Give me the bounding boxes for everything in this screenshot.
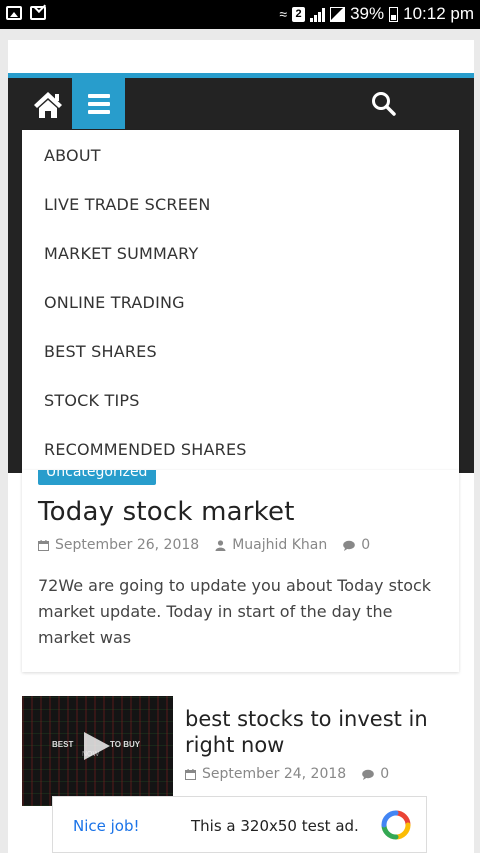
notification-icons [6, 6, 46, 20]
battery-icon [389, 6, 399, 22]
sim-slot-indicator: 2 [292, 6, 306, 22]
article-list-item: BEST TO BUY NOW best stocks to invest in… [22, 696, 459, 806]
article-excerpt: 72We are going to update you about Today… [38, 576, 432, 647]
image-notification-icon [6, 6, 22, 20]
thumbnail-text-right: TO BUY [110, 740, 141, 749]
article2-title[interactable]: best stocks to invest in right now [185, 706, 445, 758]
ad-nice-job-text: Nice job! [73, 817, 140, 835]
comment-icon [343, 540, 356, 551]
thumbnail-text-left: BEST [52, 740, 74, 749]
article2-date[interactable]: September 24, 2018 [202, 766, 346, 782]
test-ad-banner[interactable]: Nice job! This a 320x50 test ad. [52, 796, 427, 853]
menu-item-about[interactable]: ABOUT [44, 146, 101, 165]
article-title[interactable]: Today stock market [38, 497, 295, 527]
mail-notification-icon [30, 6, 46, 20]
category-badge[interactable]: Uncategorized [38, 470, 156, 485]
nav-dropdown-menu: ABOUT LIVE TRADE SCREEN MARKET SUMMARY O… [22, 130, 459, 471]
article2-comment-count[interactable]: 0 [380, 766, 389, 782]
search-icon[interactable] [370, 90, 398, 118]
signal-icon [310, 7, 326, 22]
menu-item-online-trading[interactable]: ONLINE TRADING [44, 293, 185, 312]
battery-percent: 39% [350, 4, 385, 23]
menu-icon[interactable] [72, 78, 125, 129]
article-date[interactable]: September 26, 2018 [55, 537, 199, 553]
play-icon[interactable] [84, 732, 110, 760]
menu-item-stock-tips[interactable]: STOCK TIPS [44, 391, 140, 410]
user-icon [215, 539, 226, 551]
status-bar: ≈ 2 39% 10:12 pm [0, 0, 480, 29]
clock: 10:12 pm [403, 4, 474, 23]
video-thumbnail[interactable]: BEST TO BUY NOW [22, 696, 173, 806]
menu-item-market-summary[interactable]: MARKET SUMMARY [44, 244, 198, 263]
article2-meta: September 24, 2018 0 [185, 766, 389, 782]
ad-network-logo [381, 810, 411, 840]
comment-icon [362, 769, 374, 780]
status-indicators: ≈ 2 39% 10:12 pm [279, 4, 474, 24]
signal-strength-icon [330, 6, 346, 22]
article-card: Uncategorized Today stock market Septemb… [22, 470, 459, 672]
main-navbar [8, 78, 474, 129]
wifi-icon: ≈ [279, 6, 288, 22]
ad-body-text: This a 320x50 test ad. [191, 817, 359, 835]
home-icon[interactable] [28, 84, 68, 124]
menu-item-best-shares[interactable]: BEST SHARES [44, 342, 157, 361]
menu-item-recommended-shares[interactable]: RECOMMENDED SHARES [44, 440, 247, 459]
calendar-icon [38, 539, 49, 551]
article-meta: September 26, 2018 Muajhid Khan 0 [38, 537, 370, 553]
calendar-icon [185, 768, 196, 780]
article-author[interactable]: Muajhid Khan [232, 537, 327, 553]
menu-item-live-trade-screen[interactable]: LIVE TRADE SCREEN [44, 195, 211, 214]
comment-count[interactable]: 0 [361, 537, 370, 553]
